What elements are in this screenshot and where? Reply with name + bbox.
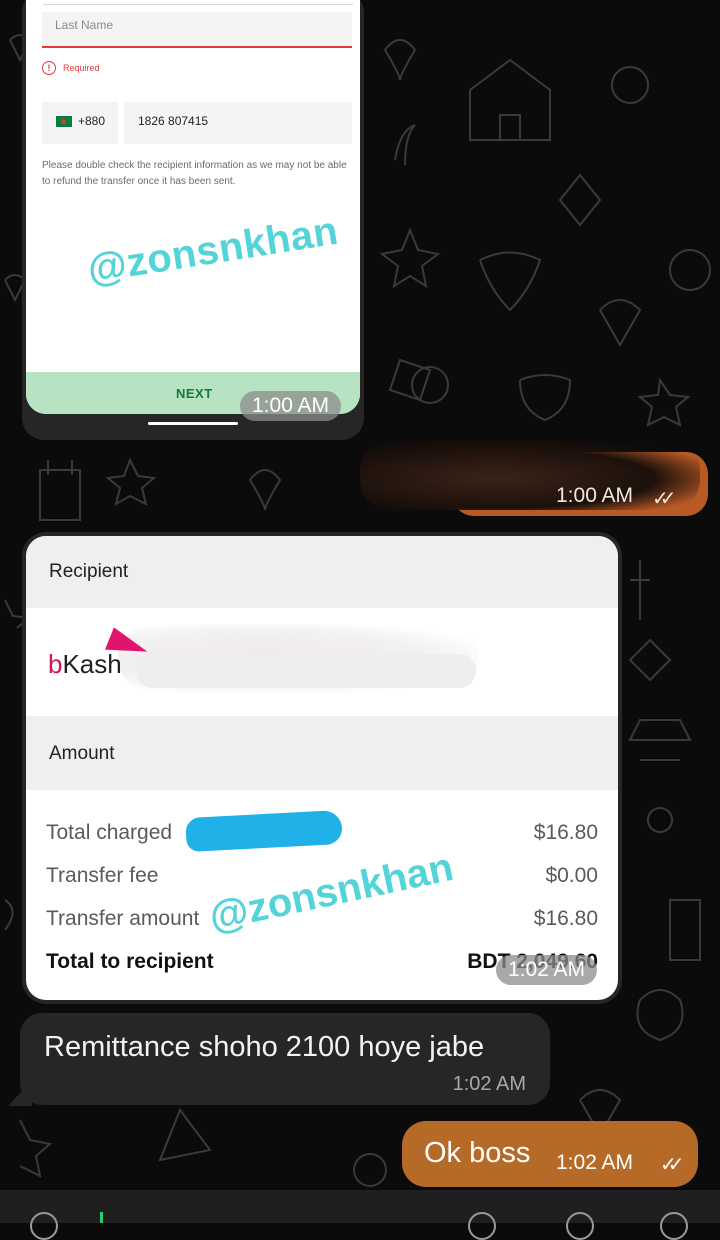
error-icon: ! [42,61,56,75]
phone-number: 1826 807415 [138,114,209,128]
image-message-recipient[interactable]: Recipient bKash Amount Total charged $16… [22,532,622,1004]
message-time: 1:02 AM [556,1151,634,1174]
recipient-title: Recipient [49,561,129,582]
image-message-form[interactable]: Last Name ! Required +880 1826 807415 Pl… [22,0,364,440]
amount-section-header: Amount [26,716,618,790]
country-code-field: +880 [42,102,118,144]
form-screenshot: Last Name ! Required +880 1826 807415 Pl… [26,0,360,414]
total-to-recipient-label: Total to recipient [46,950,214,973]
required-error: ! Required [42,61,100,75]
input-cursor [100,1212,103,1223]
redaction-scribble [185,809,343,853]
incoming-message[interactable]: Remittance shoho 2100 hoye jabe 1:02 AM [20,1013,550,1105]
attach-icon[interactable] [468,1212,496,1240]
double-check-icon: ✓✓ [652,488,676,510]
bkash-logo: bKash [48,649,122,679]
message-text: Ok boss [424,1137,531,1169]
last-name-field: Last Name [42,12,352,48]
redaction-blur [136,654,476,688]
redaction-blur [360,440,700,510]
bangladesh-flag-icon [56,116,72,127]
emoji-icon[interactable] [30,1212,58,1240]
watermark: @zonsnkhan [84,208,342,292]
country-code: +880 [78,114,106,128]
divider [43,4,353,5]
transfer-amount-value: $16.80 [533,907,598,930]
mic-icon[interactable] [660,1212,688,1240]
transfer-fee-value: $0.00 [545,864,598,887]
home-indicator [148,422,238,425]
total-charged-label: Total charged [46,821,173,844]
transfer-fee-label: Transfer fee [46,864,159,887]
last-name-placeholder: Last Name [55,18,114,32]
composer-bar[interactable] [0,1190,720,1223]
message-text: Remittance shoho 2100 hoye jabe [44,1031,485,1063]
outgoing-message[interactable]: Ok boss 1:02 AM [402,1121,698,1187]
transfer-amount-label: Transfer amount [46,907,200,930]
recipient-card: Recipient bKash Amount Total charged $16… [26,536,618,1000]
phone-number-field: 1826 807415 [124,102,352,144]
message-time: 1:02 AM [496,955,598,985]
message-time: 1:00 AM [240,391,342,421]
refund-notice: Please double check the recipient inform… [42,160,347,187]
camera-icon[interactable] [566,1212,594,1240]
amount-title: Amount [49,743,115,764]
double-check-icon: ✓✓ [660,1154,684,1176]
message-time: 1:00 AM [556,484,634,507]
recipient-section-header: Recipient [26,536,618,608]
total-charged-value: $16.80 [533,821,598,844]
required-text: Required [63,63,100,73]
next-label: NEXT [176,386,213,401]
message-time: 1:02 AM [452,1073,526,1095]
watermark: @zonsnkhan [205,844,457,940]
